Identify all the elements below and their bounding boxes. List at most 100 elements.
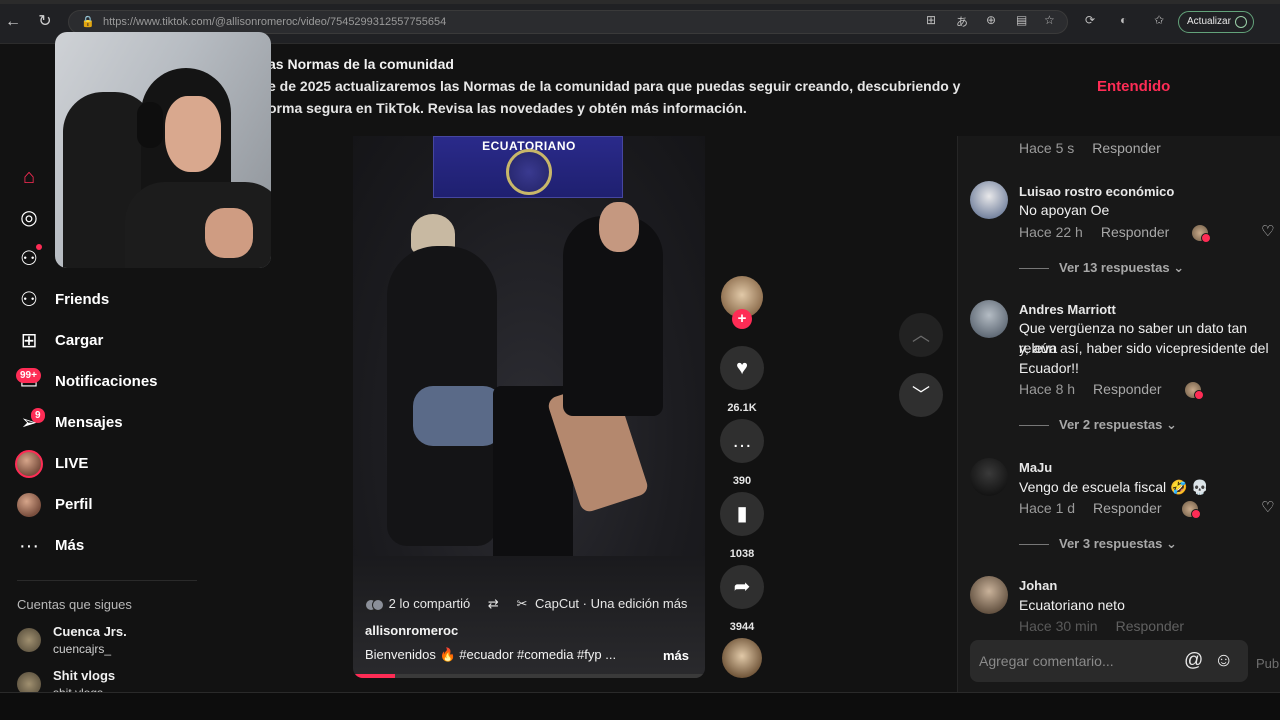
woman-head bbox=[599, 202, 639, 252]
creator-avatar[interactable]: + bbox=[721, 276, 763, 329]
comment-like-icon[interactable]: ♡ bbox=[1261, 222, 1274, 240]
back-icon[interactable]: ← bbox=[2, 11, 24, 33]
view-replies-link[interactable]: Ver 3 respuestas ⌄ bbox=[1019, 536, 1177, 552]
video-progress-fill bbox=[353, 674, 396, 678]
view-replies-link[interactable]: Ver 2 respuestas ⌄ bbox=[1019, 417, 1177, 433]
commenter-name[interactable]: Johan bbox=[1019, 578, 1057, 593]
commenter-avatar[interactable] bbox=[970, 181, 1008, 219]
zoom-icon[interactable]: ⊕ bbox=[986, 13, 996, 27]
favorites-icon[interactable]: ✩ bbox=[1154, 13, 1164, 27]
music-disc-icon[interactable] bbox=[722, 638, 762, 678]
comment-meta: Hace 22 h Responder bbox=[1019, 224, 1169, 240]
comment-like-icon[interactable]: ♡ bbox=[1261, 498, 1274, 516]
reply-link[interactable]: Responder bbox=[1092, 140, 1161, 156]
creator-liked-avatar bbox=[1185, 382, 1204, 400]
sidebar-item-live[interactable]: LIVE bbox=[0, 447, 240, 481]
taskbar bbox=[0, 692, 1280, 720]
sidebar-item-label: LIVE bbox=[55, 455, 89, 472]
understood-button[interactable]: Entendido bbox=[1097, 78, 1170, 95]
video-player[interactable]: ECUATORIANO 2 lo compartió ⇄ ✂ CapCut · … bbox=[353, 136, 705, 678]
share-action[interactable]: ➦ 3944 bbox=[720, 565, 764, 633]
update-button[interactable]: Actualizar bbox=[1178, 11, 1254, 33]
reply-link[interactable]: Responder bbox=[1101, 224, 1170, 240]
person-face bbox=[165, 96, 221, 172]
address-bar[interactable]: 🔒 https://www.tiktok.com/@allisonromeroc… bbox=[68, 10, 1068, 34]
comment-meta: Hace 5 s Responder bbox=[1019, 140, 1161, 156]
reader-icon[interactable]: ▤ bbox=[1016, 13, 1027, 27]
reply-link[interactable]: Responder bbox=[1116, 618, 1185, 634]
favorite-star-icon[interactable]: ☆ bbox=[1044, 13, 1055, 27]
comment-text-line: y, aún así, haber sido vicepresidente de… bbox=[1019, 340, 1269, 356]
sign-logo bbox=[506, 149, 552, 195]
view-replies-label: Ver 13 respuestas bbox=[1059, 260, 1170, 275]
commenter-avatar[interactable] bbox=[970, 458, 1008, 496]
heart-icon[interactable]: ♥ bbox=[720, 346, 764, 390]
man-jeans bbox=[413, 386, 503, 446]
commenter-avatar[interactable] bbox=[970, 576, 1008, 614]
creator-liked-avatar bbox=[1182, 501, 1201, 519]
reply-link[interactable]: Responder bbox=[1093, 381, 1162, 397]
save-action[interactable]: ▮ 1038 bbox=[720, 492, 764, 560]
reload-icon[interactable]: ↻ bbox=[34, 11, 56, 33]
comment-input[interactable]: Agregar comentario... @ ☺ bbox=[970, 640, 1248, 682]
reply-link[interactable]: Responder bbox=[1093, 500, 1162, 516]
sidebar-item-profile[interactable]: Perfil bbox=[0, 488, 240, 522]
caption-more-link[interactable]: más bbox=[663, 648, 689, 663]
follow-plus-icon[interactable]: + bbox=[732, 309, 752, 329]
sidebar-item-label: Perfil bbox=[55, 496, 93, 513]
sidebar-item-messages[interactable]: ➢ 9 Mensajes bbox=[0, 406, 240, 440]
split-screen-icon[interactable]: ◐ bbox=[1120, 13, 1127, 27]
sidebar-item-label: Friends bbox=[55, 291, 110, 308]
account-name: Cuenca Jrs. bbox=[53, 624, 127, 639]
creator-liked-avatar bbox=[1192, 225, 1211, 243]
previous-video-button[interactable]: ︿ bbox=[899, 313, 943, 357]
mention-icon[interactable]: @ bbox=[1184, 650, 1203, 672]
chevron-down-icon: ⌄ bbox=[1173, 260, 1185, 275]
comment-input-placeholder: Agregar comentario... bbox=[979, 653, 1114, 669]
comment-action[interactable]: … 390 bbox=[720, 419, 764, 487]
sidebar-divider bbox=[17, 580, 197, 581]
video-author[interactable]: allisonromeroc bbox=[365, 623, 458, 638]
sidebar-item-friends[interactable]: ⚇ Friends bbox=[0, 283, 240, 317]
headset bbox=[137, 102, 163, 148]
extensions-icon[interactable]: ⟳ bbox=[1085, 13, 1095, 27]
upload-icon: ⊞ bbox=[20, 330, 38, 352]
sidebar-item-upload[interactable]: ⊞ Cargar bbox=[0, 324, 240, 358]
capcut-label[interactable]: CapCut · Una edición más bbox=[535, 596, 687, 611]
commenter-avatar[interactable] bbox=[970, 300, 1008, 338]
sidebar-item-more[interactable]: ··· Más bbox=[0, 529, 240, 563]
video-meta: 2 lo compartió ⇄ ✂ CapCut · Una edición … bbox=[365, 596, 687, 612]
account-name: Shit vlogs bbox=[53, 668, 116, 683]
comment-text: Vengo de escuela fiscal 🤣 💀 bbox=[1019, 479, 1209, 495]
profile-avatar bbox=[17, 493, 41, 517]
share-count: 3944 bbox=[729, 621, 755, 633]
more-dots-icon: ··· bbox=[19, 535, 39, 557]
comment-meta: Hace 1 d Responder bbox=[1019, 500, 1162, 516]
video-progress-bar[interactable] bbox=[353, 674, 705, 678]
following-title: Cuentas que sigues bbox=[17, 597, 132, 612]
app-grid-icon[interactable]: ⊞ bbox=[926, 13, 936, 27]
publish-button[interactable]: Publicar bbox=[1256, 656, 1280, 671]
like-count: 26.1K bbox=[727, 402, 757, 414]
commenter-name[interactable]: Luisao rostro económico bbox=[1019, 184, 1174, 199]
shared-count[interactable]: 2 lo compartió bbox=[389, 596, 471, 611]
share-icon[interactable]: ➦ bbox=[720, 565, 764, 609]
comment-icon[interactable]: … bbox=[720, 419, 764, 463]
view-replies-label: Ver 3 respuestas bbox=[1059, 536, 1163, 551]
sidebar-item-label: Mensajes bbox=[55, 414, 123, 431]
person-hand bbox=[205, 208, 253, 258]
video-caption[interactable]: Bienvenidos 🔥 #ecuador #comedia #fyp ... bbox=[365, 647, 616, 663]
commenter-name[interactable]: MaJu bbox=[1019, 460, 1052, 475]
next-video-button[interactable]: ﹀ bbox=[899, 373, 943, 417]
like-action[interactable]: ♥ 26.1K bbox=[720, 346, 764, 414]
compass-icon: ◎ bbox=[20, 207, 38, 229]
live-avatar bbox=[15, 450, 43, 478]
url-text: https://www.tiktok.com/@allisonromeroc/v… bbox=[103, 16, 447, 28]
followed-account[interactable]: Cuenca Jrs. cuencajrs_ bbox=[17, 624, 217, 660]
bookmark-icon[interactable]: ▮ bbox=[720, 492, 764, 536]
emoji-icon[interactable]: ☺ bbox=[1214, 650, 1233, 672]
commenter-name[interactable]: Andres Marriott bbox=[1019, 302, 1116, 317]
sidebar-item-notifications[interactable]: ▭ 99+ Notificaciones bbox=[0, 365, 240, 399]
translate-icon[interactable]: あ bbox=[956, 13, 968, 30]
view-replies-link[interactable]: Ver 13 respuestas ⌄ bbox=[1019, 260, 1184, 276]
